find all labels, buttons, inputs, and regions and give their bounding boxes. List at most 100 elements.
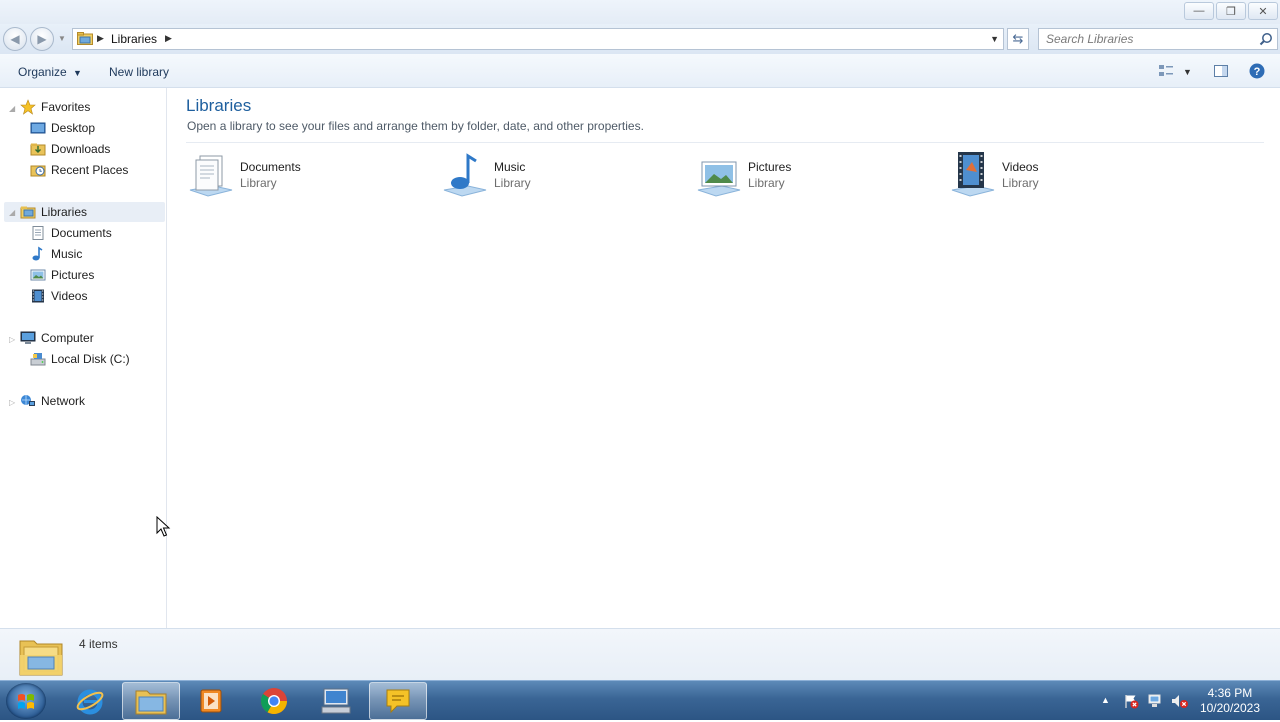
address-bar[interactable]: ▶ Libraries ▶ ▼ (72, 28, 1004, 50)
start-button[interactable] (6, 683, 46, 719)
restore-icon: ❐ (1226, 5, 1236, 18)
libraries-folder-icon (19, 640, 63, 676)
sidebar-item-local-disk[interactable]: Local Disk (C:) (30, 349, 130, 369)
sidebar-item-computer[interactable]: Computer (20, 328, 94, 348)
address-row: ◀ ▶ ▼ ▶ Libraries ▶ ▼ ⇆ (0, 24, 1280, 54)
taskbar-speech-app[interactable] (369, 682, 427, 720)
speech-bubble-icon (386, 689, 410, 714)
library-tile-music[interactable]: Music Library (440, 150, 680, 200)
minimize-icon: — (1193, 5, 1205, 17)
sidebar-item-label: Local Disk (C:) (51, 352, 130, 366)
close-button[interactable]: ✕ (1248, 2, 1278, 20)
downloads-folder-icon (30, 143, 46, 156)
taskbar-windows-explorer[interactable] (122, 682, 180, 720)
videos-library-icon (951, 152, 995, 197)
taskbar-remote-desktop[interactable] (307, 682, 365, 720)
expander-icon[interactable]: ◢ (9, 208, 15, 217)
window-controls: — ❐ ✕ (1184, 2, 1278, 20)
documents-library-icon (189, 155, 233, 197)
library-name: Pictures (748, 160, 792, 174)
taskbar-chrome[interactable] (245, 682, 303, 720)
network-tray-icon[interactable] (1147, 693, 1163, 709)
page-title: Libraries (186, 96, 252, 115)
library-type: Library (494, 176, 531, 190)
sidebar-item-libraries[interactable]: ◢ Libraries (4, 202, 165, 222)
content-pane: Libraries Open a library to see your fil… (168, 88, 1280, 628)
sidebar-item-desktop[interactable]: Desktop (30, 118, 95, 138)
change-view-icon[interactable] (1158, 63, 1174, 79)
desktop-icon (30, 122, 46, 134)
back-arrow-icon: ◀ (10, 32, 20, 46)
search-box[interactable] (1038, 28, 1278, 50)
sidebar-item-downloads[interactable]: Downloads (30, 139, 110, 159)
page-subtitle: Open a library to see your files and arr… (187, 119, 644, 133)
sidebar-item-label: Favorites (41, 100, 91, 114)
sidebar-item-label: Downloads (51, 142, 111, 156)
action-center-flag-icon[interactable] (1123, 693, 1139, 709)
preview-pane-icon[interactable] (1213, 63, 1229, 79)
library-tile-documents[interactable]: Documents Library (186, 150, 426, 200)
system-clock[interactable]: 4:36 PM 10/20/2023 (1200, 686, 1260, 716)
network-icon (21, 395, 35, 406)
expander-icon[interactable]: ◢ (9, 104, 15, 113)
help-icon[interactable]: ? (1249, 63, 1265, 79)
sidebar-item-videos[interactable]: Videos (30, 286, 87, 306)
sidebar-item-favorites[interactable]: Favorites (20, 97, 90, 117)
command-bar: Organize ▼ New library ▼ ? (0, 54, 1280, 88)
library-name: Music (494, 160, 526, 174)
breadcrumb-separator-icon[interactable]: ▶ (165, 33, 172, 44)
sidebar-item-pictures[interactable]: Pictures (30, 265, 94, 285)
recent-places-icon (30, 165, 46, 177)
sidebar-item-documents[interactable]: Documents (30, 223, 112, 243)
clock-time: 4:36 PM (1207, 686, 1253, 700)
taskbar: ▲ 4:36 PM 10/20/2023 (0, 680, 1280, 720)
library-name: Videos (1002, 160, 1039, 174)
sidebar-item-label: Recent Places (51, 163, 129, 177)
breadcrumb-libraries[interactable]: Libraries (111, 32, 157, 46)
chrome-icon (260, 688, 288, 715)
address-dropdown-icon[interactable]: ▼ (990, 34, 999, 44)
videos-icon (32, 289, 44, 303)
organize-label: Organize (18, 65, 67, 79)
restore-button[interactable]: ❐ (1216, 2, 1246, 20)
navigation-pane: ◢ Favorites Desktop Downloads Recent Pla… (0, 88, 167, 628)
view-options-dropdown-icon[interactable]: ▼ (1183, 67, 1192, 77)
expander-icon[interactable]: ▷ (9, 335, 15, 344)
media-player-icon (200, 689, 222, 713)
forward-button[interactable]: ▶ (30, 27, 54, 51)
sidebar-item-label: Computer (41, 331, 94, 345)
expander-icon[interactable]: ▷ (9, 398, 15, 407)
breadcrumb-separator-icon[interactable]: ▶ (97, 33, 104, 44)
pictures-icon (30, 269, 46, 281)
taskbar-internet-explorer[interactable] (61, 682, 119, 720)
sidebar-item-recent-places[interactable]: Recent Places (30, 160, 128, 180)
details-pane: 4 items (0, 628, 1280, 680)
sidebar-item-network[interactable]: Network (20, 391, 85, 411)
sidebar-item-label: Documents (51, 226, 112, 240)
documents-icon (32, 226, 44, 240)
organize-button[interactable]: Organize ▼ (18, 65, 82, 79)
mouse-cursor-icon (156, 516, 171, 537)
back-button[interactable]: ◀ (3, 27, 27, 51)
music-icon (32, 246, 43, 261)
libraries-icon (20, 206, 36, 219)
volume-muted-icon[interactable] (1171, 693, 1189, 709)
library-tile-videos[interactable]: Videos Library (948, 150, 1188, 200)
library-tile-pictures[interactable]: Pictures Library (694, 150, 934, 200)
sidebar-item-label: Music (51, 247, 83, 261)
search-input[interactable] (1039, 29, 1254, 49)
show-hidden-icons-icon[interactable]: ▲ (1101, 695, 1110, 705)
search-icon[interactable] (1259, 32, 1273, 46)
star-icon (20, 99, 36, 115)
sidebar-item-music[interactable]: Music (30, 244, 82, 264)
minimize-button[interactable]: — (1184, 2, 1214, 20)
taskbar-media-player[interactable] (182, 682, 240, 720)
new-library-button[interactable]: New library (109, 65, 169, 79)
refresh-button[interactable]: ⇆ (1007, 28, 1029, 50)
internet-explorer-icon (76, 689, 104, 715)
computer-icon (20, 331, 36, 344)
close-icon: ✕ (1258, 5, 1268, 18)
recent-pages-dropdown[interactable]: ▼ (58, 34, 66, 43)
libraries-icon (77, 32, 93, 45)
sidebar-item-label: Network (41, 394, 86, 408)
